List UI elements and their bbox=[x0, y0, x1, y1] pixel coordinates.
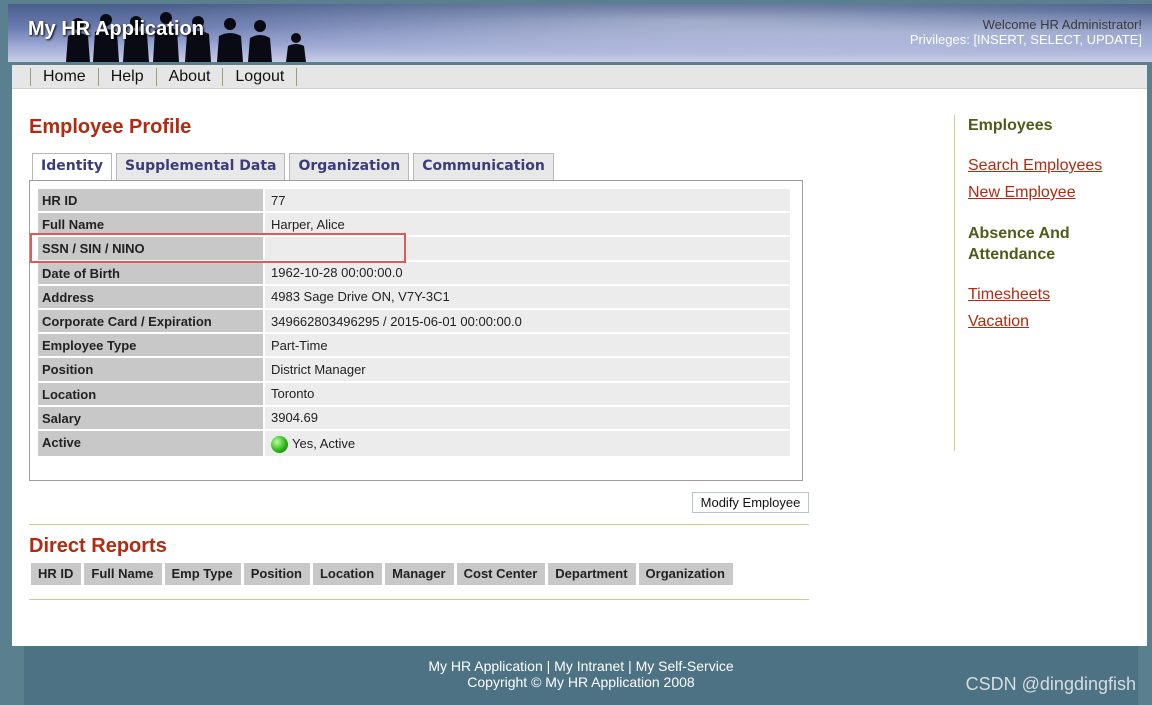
field-value: 349662803496295 / 2015-06-01 00:00:00.0 bbox=[265, 309, 790, 335]
modify-employee-button[interactable]: Modify Employee bbox=[692, 492, 809, 513]
column-header[interactable]: Organization bbox=[638, 563, 733, 585]
absence-attendance-heading: Absence And Attendance bbox=[968, 225, 1070, 263]
nav-about[interactable]: About bbox=[155, 67, 223, 86]
field-value bbox=[265, 237, 790, 262]
field-row-address: Address 4983 Sage Drive ON, V7Y-3C1 bbox=[38, 285, 790, 310]
nav-help[interactable]: Help bbox=[97, 67, 156, 86]
divider bbox=[29, 524, 809, 525]
vacation-link[interactable]: Vacation bbox=[968, 312, 1144, 332]
watermark: CSDN @dingdingfish bbox=[965, 674, 1136, 694]
field-row-employee-type: Employee Type Part-Time bbox=[38, 334, 790, 359]
column-header[interactable]: Full Name bbox=[84, 563, 162, 585]
field-value: District Manager bbox=[265, 358, 790, 383]
field-label: Position bbox=[38, 358, 263, 383]
column-header[interactable]: HR ID bbox=[31, 563, 82, 585]
field-label: Employee Type bbox=[38, 334, 263, 359]
field-value: Part-Time bbox=[265, 334, 790, 359]
column-header[interactable]: Position bbox=[243, 563, 310, 585]
field-value: Toronto bbox=[265, 382, 790, 407]
field-row-full-name: Full Name Harper, Alice bbox=[38, 213, 790, 238]
field-label: SSN / SIN / NINO bbox=[38, 237, 263, 262]
employees-heading: Employees bbox=[968, 117, 1053, 134]
column-header[interactable]: Manager bbox=[385, 563, 454, 585]
field-row-location: Location Toronto bbox=[38, 382, 790, 407]
field-row-ssn: SSN / SIN / NINO bbox=[38, 237, 790, 262]
direct-reports-title: Direct Reports bbox=[29, 535, 167, 557]
column-header[interactable]: Department bbox=[548, 563, 636, 585]
tab-identity[interactable]: Identity bbox=[32, 153, 113, 181]
column-header[interactable]: Emp Type bbox=[164, 563, 241, 585]
field-value: 4983 Sage Drive ON, V7Y-3C1 bbox=[265, 285, 790, 310]
field-row-active: Active Yes, Active bbox=[38, 430, 790, 458]
field-label: Full Name bbox=[38, 213, 263, 238]
nav-home[interactable]: Home bbox=[30, 67, 98, 86]
field-value: 77 bbox=[265, 189, 790, 214]
tab-organization[interactable]: Organization bbox=[289, 153, 410, 180]
column-header[interactable]: Location bbox=[312, 563, 383, 585]
nav-logout[interactable]: Logout bbox=[222, 67, 298, 86]
tab-supplemental-data[interactable]: Supplemental Data bbox=[116, 153, 286, 180]
active-status-icon bbox=[271, 435, 288, 453]
right-sidebar: Employees Search Employees New Employee … bbox=[954, 115, 1144, 451]
timesheets-link[interactable]: Timesheets bbox=[968, 285, 1144, 305]
active-status-text: Yes, Active bbox=[292, 435, 356, 451]
field-label: Location bbox=[38, 382, 263, 407]
field-row-date-of-birth: Date of Birth 1962-10-28 00:00:00.0 bbox=[38, 261, 790, 286]
app-header: My HR Application Welcome HR Administrat… bbox=[8, 4, 1152, 62]
divider bbox=[29, 599, 809, 600]
field-value: 1962-10-28 00:00:00.0 bbox=[265, 261, 790, 286]
field-label: Date of Birth bbox=[38, 261, 263, 286]
field-value: Yes, Active bbox=[265, 430, 790, 458]
field-row-corporate-card: Corporate Card / Expiration 349662803496… bbox=[38, 309, 790, 335]
privileges-text: Privileges: [INSERT, SELECT, UPDATE] bbox=[909, 32, 1142, 47]
field-label: Salary bbox=[38, 406, 263, 431]
page-title: Employee Profile bbox=[29, 116, 192, 138]
profile-fields: HR ID 77 Full Name Harper, Alice SSN / S… bbox=[38, 189, 790, 458]
field-label: HR ID bbox=[38, 189, 263, 214]
column-header[interactable]: Cost Center bbox=[456, 563, 546, 585]
main-content: Employee Profile Identity Supplemental D… bbox=[12, 89, 1147, 646]
app-title: My HR Application bbox=[28, 18, 204, 40]
new-employee-link[interactable]: New Employee bbox=[968, 183, 1144, 203]
search-employees-link[interactable]: Search Employees bbox=[968, 156, 1144, 176]
tab-communication[interactable]: Communication bbox=[413, 153, 554, 180]
field-row-hr-id: HR ID 77 bbox=[38, 189, 790, 214]
footer-links[interactable]: My HR Application | My Intranet | My Sel… bbox=[24, 658, 1138, 674]
top-nav: Home Help About Logout bbox=[12, 65, 1147, 89]
field-row-salary: Salary 3904.69 bbox=[38, 406, 790, 431]
field-row-position: Position District Manager bbox=[38, 358, 790, 383]
profile-tabs: Identity Supplemental Data Organization … bbox=[32, 153, 554, 181]
field-label: Active bbox=[38, 430, 263, 458]
field-label: Address bbox=[38, 285, 263, 310]
welcome-message: Welcome HR Administrator! bbox=[982, 17, 1142, 32]
direct-reports-table-header: HR ID Full Name Emp Type Position Locati… bbox=[31, 563, 733, 585]
field-label: Corporate Card / Expiration bbox=[38, 309, 263, 335]
field-value: 3904.69 bbox=[265, 406, 790, 431]
field-value: Harper, Alice bbox=[265, 213, 790, 238]
identity-panel: HR ID 77 Full Name Harper, Alice SSN / S… bbox=[29, 180, 803, 481]
